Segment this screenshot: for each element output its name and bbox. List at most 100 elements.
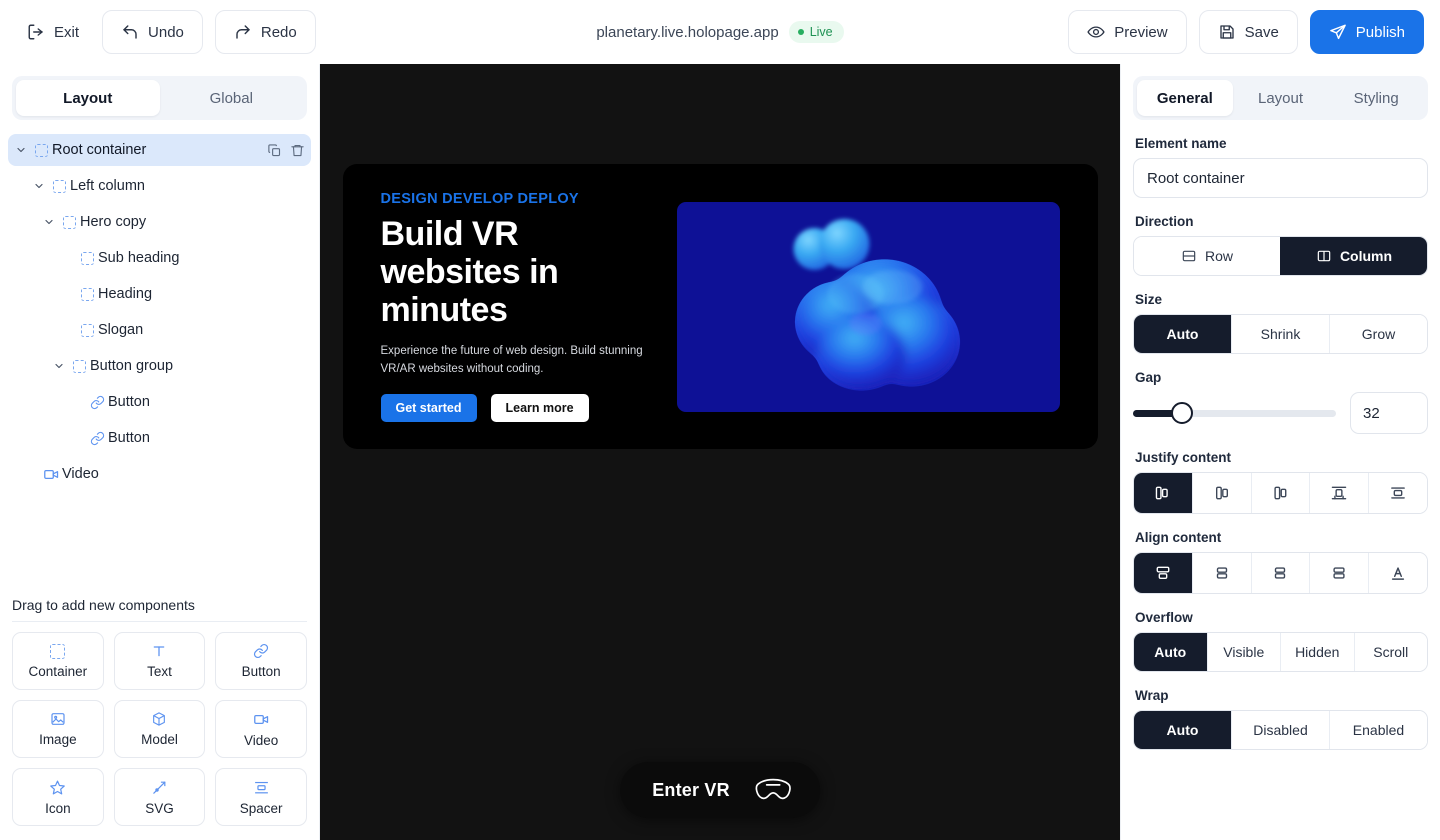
add-components-section: Drag to add new components Container Tex… xyxy=(0,597,319,840)
chevron-down-icon[interactable] xyxy=(40,216,58,228)
hero-heading: Build VR websites in minutes xyxy=(380,215,559,330)
pen-icon xyxy=(151,779,168,796)
add-spacer-tile[interactable]: Spacer xyxy=(215,768,307,826)
size-option-auto[interactable]: Auto xyxy=(1134,315,1231,353)
align-start-icon xyxy=(1153,564,1173,582)
align-end-option[interactable] xyxy=(1250,553,1310,593)
tab-general[interactable]: General xyxy=(1137,80,1233,116)
chevron-down-icon[interactable] xyxy=(30,180,48,192)
cube-icon xyxy=(151,711,167,727)
preview-button[interactable]: Preview xyxy=(1068,10,1187,54)
delete-icon[interactable] xyxy=(290,143,305,158)
add-video-tile[interactable]: Video xyxy=(215,700,307,758)
justify-between-icon xyxy=(1329,484,1349,502)
tree-item-label: Left column xyxy=(70,178,145,194)
chevron-down-icon[interactable] xyxy=(12,144,30,156)
left-panel-tabs: Layout Global xyxy=(12,76,307,120)
text-icon xyxy=(151,643,167,659)
wrap-option-auto[interactable]: Auto xyxy=(1134,711,1231,749)
hero-video-element[interactable] xyxy=(676,201,1060,412)
wrap-label: Wrap xyxy=(1135,688,1169,703)
add-image-tile[interactable]: Image xyxy=(12,700,104,758)
tree-item-root-container[interactable]: Root container xyxy=(8,134,311,166)
tree-item-sub-heading[interactable]: Sub heading xyxy=(8,242,311,274)
tree-item-label: Sub heading xyxy=(98,250,180,266)
justify-start-icon xyxy=(1153,484,1173,502)
size-option-grow[interactable]: Grow xyxy=(1329,315,1427,353)
align-baseline-option[interactable] xyxy=(1368,553,1427,593)
gap-slider-knob[interactable] xyxy=(1170,402,1193,424)
overflow-option-auto[interactable]: Auto xyxy=(1134,633,1207,671)
tab-styling[interactable]: Styling xyxy=(1328,80,1424,116)
add-button-tile[interactable]: Button xyxy=(215,632,307,690)
tree-item-slogan[interactable]: Slogan xyxy=(8,314,311,346)
tree-item-label: Heading xyxy=(98,286,153,302)
tree-item-button-2[interactable]: Button xyxy=(8,422,311,454)
tab-global[interactable]: Global xyxy=(160,80,304,116)
chevron-down-icon[interactable] xyxy=(50,360,68,372)
video-icon xyxy=(40,466,62,483)
add-icon-tile[interactable]: Icon xyxy=(12,768,104,826)
exit-button[interactable]: Exit xyxy=(16,10,91,54)
tab-general-label: General xyxy=(1156,89,1213,107)
column-icon xyxy=(1316,248,1332,264)
canvas-viewport[interactable]: DESIGN DEVELOP DEPLOY Build VR websites … xyxy=(320,64,1120,840)
align-start-option[interactable] xyxy=(1134,553,1192,593)
add-tile-label: Text xyxy=(147,664,172,679)
justify-start-option[interactable] xyxy=(1134,473,1192,513)
direction-label: Direction xyxy=(1135,214,1194,229)
overflow-option-scroll[interactable]: Scroll xyxy=(1353,633,1427,671)
hero-section[interactable]: DESIGN DEVELOP DEPLOY Build VR websites … xyxy=(342,164,1098,449)
justify-end-option[interactable] xyxy=(1250,473,1310,513)
align-center-icon xyxy=(1212,564,1232,582)
publish-button[interactable]: Publish xyxy=(1309,10,1424,54)
gap-slider[interactable] xyxy=(1133,402,1336,424)
tree-item-label: Root container xyxy=(52,142,147,158)
overflow-option-visible[interactable]: Visible xyxy=(1206,633,1280,671)
justify-around-option[interactable] xyxy=(1368,473,1427,513)
overflow-option-hidden[interactable]: Hidden xyxy=(1280,633,1354,671)
direction-option-column[interactable]: Column xyxy=(1280,237,1427,275)
save-button[interactable]: Save xyxy=(1198,10,1298,54)
tab-layout[interactable]: Layout xyxy=(16,80,160,116)
container-icon xyxy=(76,251,98,265)
redo-button[interactable]: Redo xyxy=(214,10,316,54)
wrap-option-enabled[interactable]: Enabled xyxy=(1329,711,1427,749)
justify-between-option[interactable] xyxy=(1309,473,1369,513)
size-option-shrink[interactable]: Shrink xyxy=(1231,315,1329,353)
duplicate-icon[interactable] xyxy=(267,143,282,158)
get-started-button[interactable]: Get started xyxy=(380,393,477,422)
tree-item-heading[interactable]: Heading xyxy=(8,278,311,310)
enter-vr-button[interactable]: Enter VR xyxy=(620,762,820,818)
undo-button[interactable]: Undo xyxy=(102,10,203,54)
tree-item-button-group[interactable]: Button group xyxy=(8,350,311,382)
add-text-tile[interactable]: Text xyxy=(113,632,206,690)
right-panel: General Layout Styling Element name Dire… xyxy=(1120,64,1440,840)
tree-item-left-column[interactable]: Left column xyxy=(8,170,311,202)
justify-center-option[interactable] xyxy=(1191,473,1251,513)
tree-item-hero-copy[interactable]: Hero copy xyxy=(8,206,311,238)
tree-item-label: Button xyxy=(108,430,150,446)
gap-control xyxy=(1133,392,1428,434)
add-container-tile[interactable]: Container xyxy=(12,632,104,690)
tab-styling-label: Styling xyxy=(1353,89,1399,107)
align-stretch-option[interactable] xyxy=(1309,553,1369,593)
element-name-input[interactable] xyxy=(1133,158,1428,198)
gap-value-input[interactable] xyxy=(1350,392,1428,434)
wrap-option-disabled[interactable]: Disabled xyxy=(1231,711,1329,749)
align-center-option[interactable] xyxy=(1191,553,1251,593)
publish-label: Publish xyxy=(1355,23,1405,41)
tree-item-video[interactable]: Video xyxy=(8,458,311,490)
direction-option-row[interactable]: Row xyxy=(1134,237,1280,275)
gap-label: Gap xyxy=(1135,370,1162,385)
tree-item-label: Button xyxy=(108,394,150,410)
learn-more-button[interactable]: Learn more xyxy=(490,393,589,422)
hero-copy: DESIGN DEVELOP DEPLOY Build VR websites … xyxy=(380,191,651,422)
redo-icon xyxy=(234,23,252,41)
add-svg-tile[interactable]: SVG xyxy=(113,768,206,826)
tab-layout-props[interactable]: Layout xyxy=(1233,80,1329,116)
save-disk-icon xyxy=(1218,23,1236,41)
tab-layout-label: Layout xyxy=(63,89,113,107)
tree-item-button-1[interactable]: Button xyxy=(8,386,311,418)
add-model-tile[interactable]: Model xyxy=(113,700,206,758)
